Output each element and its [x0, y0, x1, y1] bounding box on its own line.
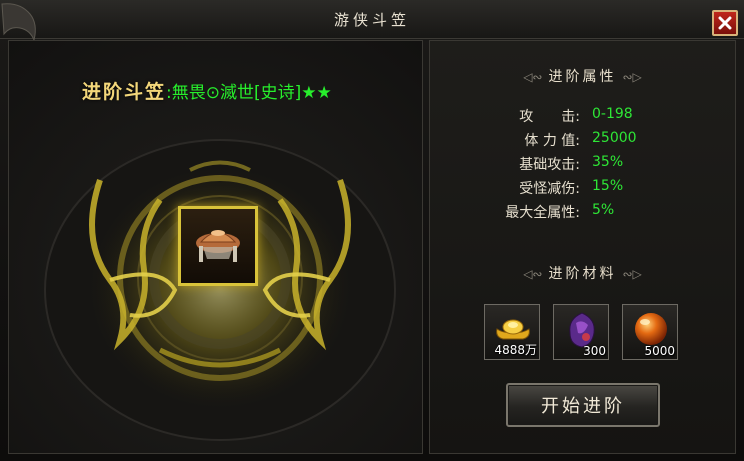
material-count: 5000 [644, 344, 675, 358]
stat-label: 受怪减伤: [519, 181, 580, 197]
stat-row: 基础攻击: 35% [475, 154, 735, 174]
stat-value: 0-198 [592, 106, 633, 122]
stat-label: 基础攻击: [519, 157, 580, 173]
attributes-header: ◁∾ 进阶属性 ∾▷ [429, 66, 736, 86]
material-slot-gem[interactable]: 300 [553, 304, 609, 360]
stat-value: 5% [592, 202, 615, 218]
close-button[interactable] [712, 10, 738, 36]
close-icon [718, 16, 732, 30]
stat-row: 体 力 值: 25000 [475, 130, 735, 150]
scroll-ornament-icon: ◁∾ [523, 267, 543, 281]
advance-dialog: 游侠斗笠 进阶斗笠:無畏⊙滅世[史诗]★★ ◁∾ 进阶属性 ∾▷ 攻 击: 0-… [0, 0, 744, 461]
start-advance-button[interactable]: 开始进阶 [506, 383, 660, 427]
equipment-slot[interactable] [178, 206, 258, 286]
stat-row: 最大全属性: 5% [475, 202, 735, 222]
stat-value: 15% [592, 178, 624, 194]
material-slot-orb[interactable]: 5000 [622, 304, 678, 360]
stat-label: 最大全属性: [505, 205, 580, 221]
materials-header: ◁∾ 进阶材料 ∾▷ [429, 263, 736, 283]
golden-disc-ornament-icon [44, 139, 396, 441]
stat-value: 25000 [592, 130, 637, 146]
scroll-ornament-icon: ∾▷ [622, 70, 642, 84]
hat-icon [196, 230, 240, 262]
item-title: 进阶斗笠:無畏⊙滅世[史诗]★★ [82, 77, 332, 104]
item-title-label: 进阶斗笠 [82, 81, 167, 103]
stat-row: 攻 击: 0-198 [475, 106, 735, 126]
scroll-ornament-icon: ◁∾ [523, 70, 543, 84]
gold-ingot-icon [496, 319, 530, 340]
stat-row: 受怪减伤: 15% [475, 178, 735, 198]
scroll-ornament-icon: ∾▷ [622, 267, 642, 281]
item-name: :無畏⊙滅世[史诗]★★ [166, 83, 332, 103]
title-bar[interactable]: 游侠斗笠 [0, 0, 744, 39]
attributes-header-text: 进阶属性 [548, 69, 617, 85]
material-count: 300 [583, 344, 606, 358]
stat-label: 体 力 值: [524, 133, 580, 149]
materials-header-text: 进阶材料 [548, 266, 617, 282]
window-title: 游侠斗笠 [333, 11, 410, 29]
orange-orb-icon [635, 313, 667, 345]
stat-label: 攻 击: [519, 109, 580, 125]
material-slot-gold[interactable]: 4888万 [484, 304, 540, 360]
stat-value: 35% [592, 154, 624, 170]
material-count: 4888万 [494, 343, 537, 357]
